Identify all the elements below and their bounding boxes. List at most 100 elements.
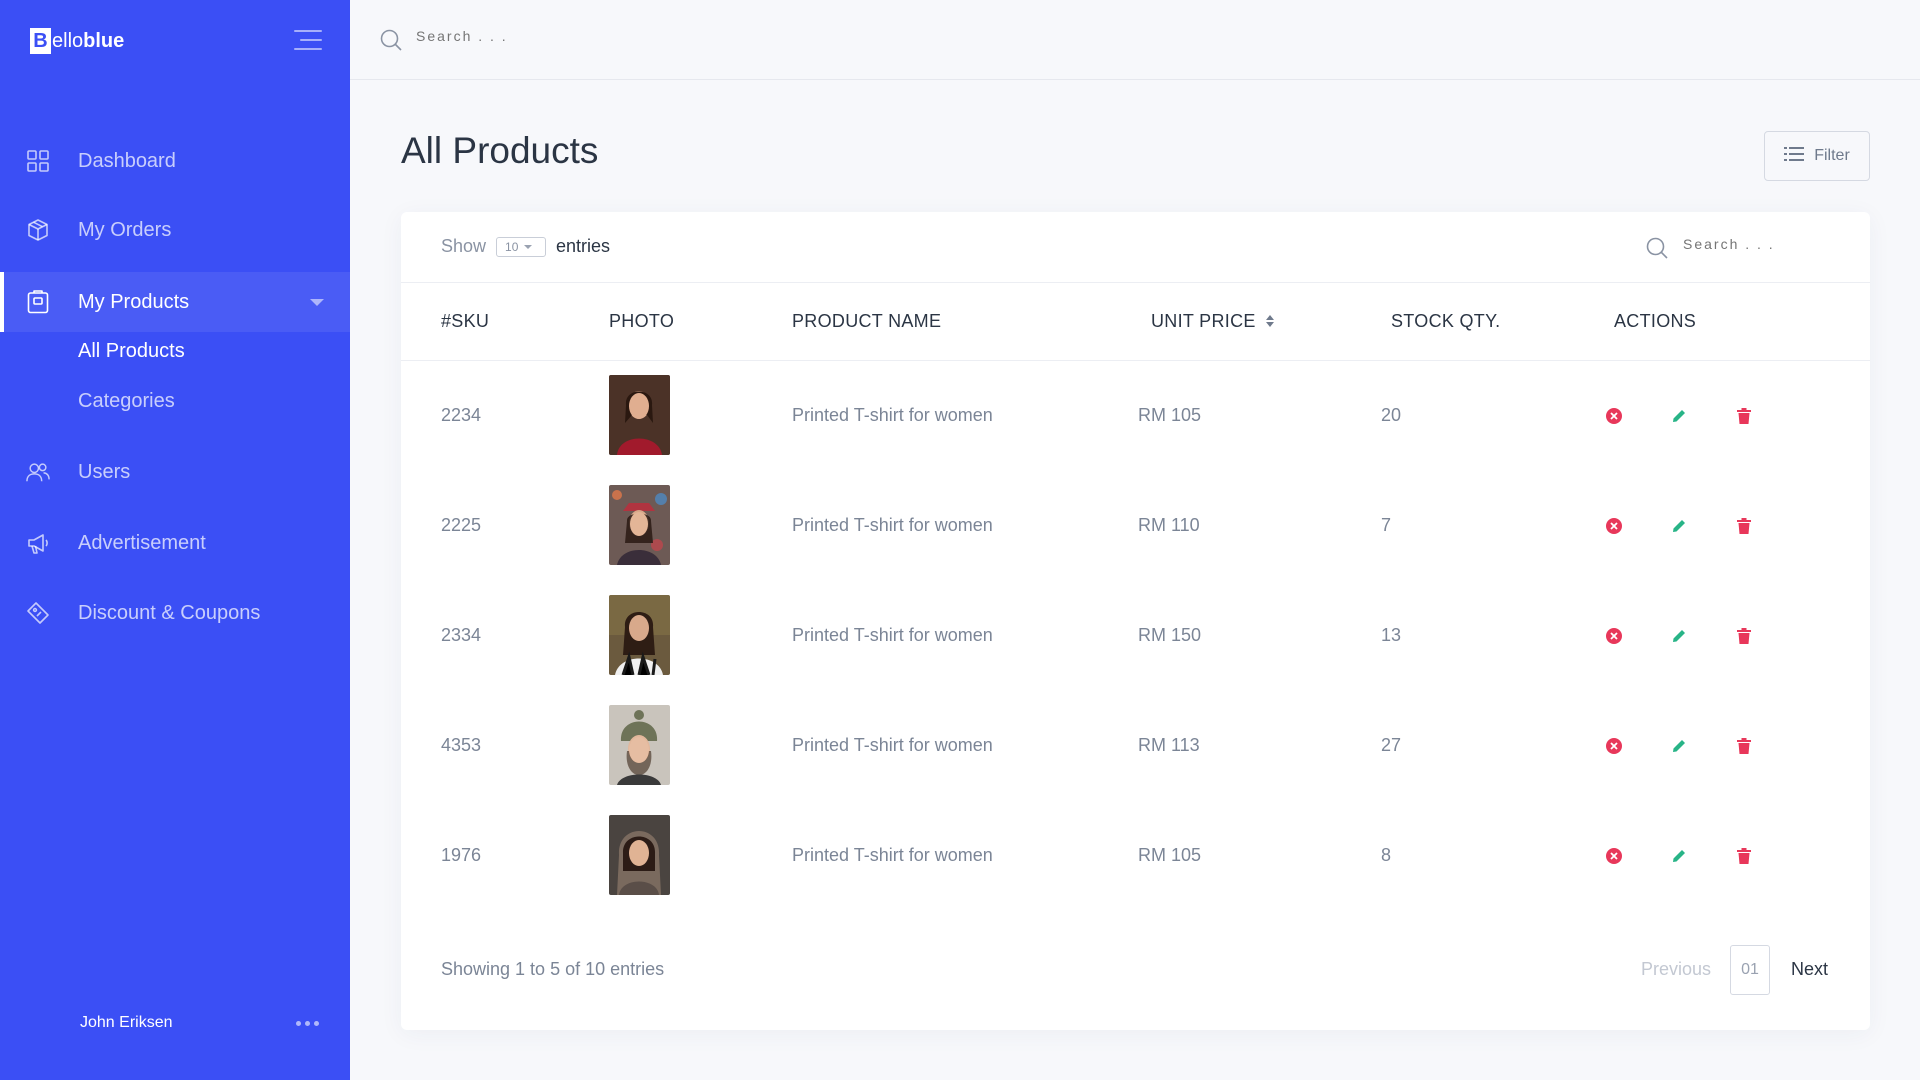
delete-icon[interactable] bbox=[1734, 736, 1754, 756]
stock-qty-cell: 13 bbox=[1381, 625, 1402, 645]
product-name-cell: Printed T-shirt for women bbox=[792, 845, 993, 865]
brand-name-light: ello bbox=[52, 29, 84, 52]
previous-page-button[interactable]: Previous bbox=[1641, 959, 1711, 980]
product-photo bbox=[609, 485, 670, 565]
sku-cell: 1976 bbox=[441, 845, 482, 865]
unit-price-cell: RM 110 bbox=[1138, 515, 1200, 535]
grid-icon bbox=[26, 149, 50, 173]
cancel-icon[interactable] bbox=[1604, 516, 1624, 536]
search-icon bbox=[380, 29, 402, 56]
product-photo bbox=[609, 705, 670, 785]
megaphone-icon bbox=[26, 531, 50, 555]
sidebar-item-label: Discount & Coupons bbox=[78, 601, 261, 624]
table-row: 2225 Printed T-shirt for women RM 110 7 bbox=[401, 472, 1870, 582]
sidebar-item-dashboard[interactable]: Dashboard bbox=[0, 131, 350, 191]
table-row: 2234 Printed T-shirt for women RM 105 20 bbox=[401, 362, 1870, 472]
brand-letter: B bbox=[30, 28, 51, 54]
page-number-button[interactable]: 01 bbox=[1730, 945, 1770, 995]
column-header-photo: PHOTO bbox=[609, 311, 675, 331]
sort-icon[interactable] bbox=[1265, 312, 1275, 333]
stock-qty-cell: 20 bbox=[1381, 405, 1402, 425]
search-icon bbox=[1646, 237, 1668, 264]
edit-icon[interactable] bbox=[1669, 846, 1689, 866]
global-search-input[interactable] bbox=[416, 28, 816, 44]
coupon-icon bbox=[26, 601, 50, 625]
more-options-icon[interactable] bbox=[296, 1021, 319, 1026]
sidebar-item-advertisement[interactable]: Advertisement bbox=[0, 513, 350, 573]
sidebar-item-label: Advertisement bbox=[78, 531, 206, 554]
sidebar-item-discount-coupons[interactable]: Discount & Coupons bbox=[0, 583, 350, 643]
cancel-icon[interactable] bbox=[1604, 736, 1624, 756]
user-name[interactable]: John Eriksen bbox=[80, 1014, 173, 1032]
column-header-unit-price[interactable]: UNIT PRICE bbox=[1151, 311, 1275, 333]
sidebar-item-label: My Products bbox=[78, 290, 190, 313]
product-name-cell: Printed T-shirt for women bbox=[792, 625, 993, 645]
cancel-icon[interactable] bbox=[1604, 846, 1624, 866]
column-header-actions: ACTIONS bbox=[1614, 311, 1697, 331]
sidebar-item-label: Dashboard bbox=[78, 149, 176, 172]
menu-toggle-icon[interactable] bbox=[294, 30, 322, 54]
product-photo bbox=[609, 815, 670, 895]
stock-qty-cell: 27 bbox=[1381, 735, 1402, 755]
divider bbox=[401, 360, 1870, 361]
edit-icon[interactable] bbox=[1669, 406, 1689, 426]
next-page-button[interactable]: Next bbox=[1791, 959, 1828, 980]
edit-icon[interactable] bbox=[1669, 516, 1689, 536]
entries-control: Show 10 entries bbox=[441, 236, 610, 257]
unit-price-cell: RM 105 bbox=[1138, 405, 1202, 425]
sidebar-item-label: My Orders bbox=[78, 218, 172, 241]
sidebar-item-label: Users bbox=[78, 460, 131, 483]
table-row: 2334 Printed T-shirt for women RM 150 13 bbox=[401, 582, 1870, 692]
filter-label: Filter bbox=[1814, 147, 1850, 164]
sidebar-subitem-all-products[interactable]: All Products bbox=[78, 340, 185, 363]
box-icon bbox=[26, 218, 50, 242]
sidebar-item-my-orders[interactable]: My Orders bbox=[0, 200, 350, 260]
sku-cell: 2225 bbox=[441, 515, 482, 535]
stock-qty-cell: 7 bbox=[1381, 515, 1392, 535]
brand-logo[interactable]: B ello blue bbox=[30, 28, 124, 54]
delete-icon[interactable] bbox=[1734, 626, 1754, 646]
product-name-cell: Printed T-shirt for women bbox=[792, 405, 993, 425]
entries-select-value: 10 bbox=[505, 239, 519, 254]
sku-cell: 2234 bbox=[441, 405, 482, 425]
edit-icon[interactable] bbox=[1669, 626, 1689, 646]
list-icon bbox=[1784, 146, 1805, 167]
delete-icon[interactable] bbox=[1734, 406, 1754, 426]
sidebar: B ello blue Dashboard My Orders My Produ… bbox=[0, 0, 350, 1080]
product-photo bbox=[609, 375, 670, 455]
cancel-icon[interactable] bbox=[1604, 626, 1624, 646]
tag-box-icon bbox=[26, 290, 50, 314]
product-name-cell: Printed T-shirt for women bbox=[792, 735, 993, 755]
sku-cell: 2334 bbox=[441, 625, 482, 645]
users-icon bbox=[26, 460, 50, 484]
column-header-label: UNIT PRICE bbox=[1151, 311, 1256, 331]
sku-cell: 4353 bbox=[441, 735, 482, 755]
column-header-sku[interactable]: #SKU bbox=[441, 311, 489, 332]
table-search-input[interactable] bbox=[1683, 236, 1823, 252]
divider bbox=[401, 282, 1870, 283]
products-table-card: Show 10 entries #SKU PHOTO PRODUCT NAME … bbox=[401, 212, 1870, 1030]
unit-price-cell: RM 113 bbox=[1138, 735, 1200, 755]
table-row: 4353 Printed T-shirt for women RM 113 27 bbox=[401, 692, 1870, 802]
sidebar-item-my-products[interactable]: My Products bbox=[0, 272, 350, 332]
column-header-stock-qty[interactable]: STOCK QTY. bbox=[1391, 311, 1500, 332]
chevron-down-icon bbox=[524, 244, 533, 249]
chevron-down-icon[interactable] bbox=[310, 298, 324, 306]
product-name-cell: Printed T-shirt for women bbox=[792, 515, 993, 535]
edit-icon[interactable] bbox=[1669, 736, 1689, 756]
sidebar-item-users[interactable]: Users bbox=[0, 442, 350, 502]
filter-button[interactable]: Filter bbox=[1764, 131, 1870, 181]
pagination-info: Showing 1 to 5 of 10 entries bbox=[441, 959, 665, 979]
sidebar-subitem-categories[interactable]: Categories bbox=[78, 390, 175, 413]
table-row: 1976 Printed T-shirt for women RM 105 8 bbox=[401, 802, 1870, 912]
entries-select[interactable]: 10 bbox=[496, 236, 547, 257]
unit-price-cell: RM 105 bbox=[1138, 845, 1202, 865]
delete-icon[interactable] bbox=[1734, 846, 1754, 866]
cancel-icon[interactable] bbox=[1604, 406, 1624, 426]
delete-icon[interactable] bbox=[1734, 516, 1754, 536]
column-header-product-name[interactable]: PRODUCT NAME bbox=[792, 311, 941, 332]
brand-name-bold: blue bbox=[83, 29, 125, 52]
show-label: Show bbox=[441, 236, 487, 256]
entries-label: entries bbox=[556, 236, 611, 256]
top-bar bbox=[350, 0, 1920, 80]
